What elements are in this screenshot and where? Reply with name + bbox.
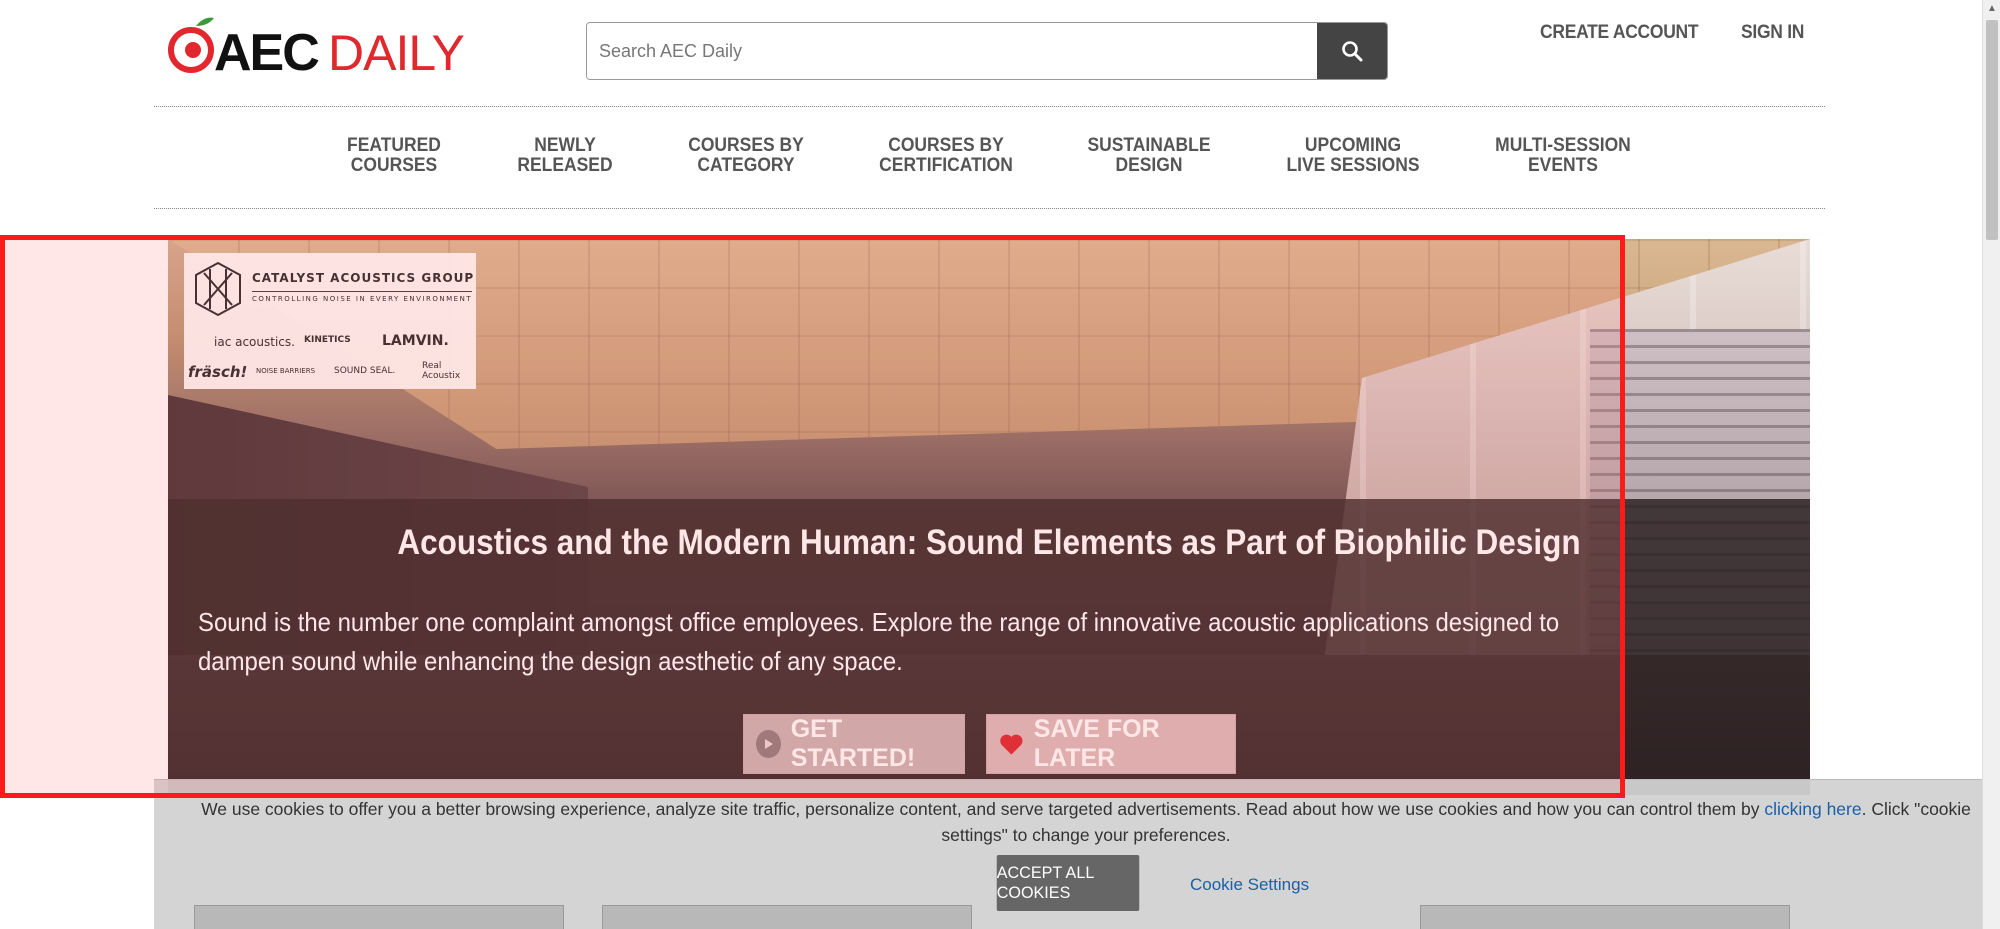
accept-all-cookies-button[interactable]: ACCEPT ALL COOKIES	[996, 855, 1140, 911]
cookie-message: We use cookies to offer you a better bro…	[196, 796, 1976, 848]
play-icon	[756, 730, 781, 758]
brand-lamvin: LAMVIN.	[382, 333, 449, 349]
svg-text:DAILY: DAILY	[328, 25, 464, 81]
brand-frasch: fräsch!	[188, 363, 248, 381]
save-for-later-button[interactable]: SAVE FOR LATER	[986, 714, 1236, 774]
nav-upcoming-live-sessions[interactable]: UPCOMING LIVE SESSIONS	[1286, 136, 1419, 176]
course-card-preview	[602, 905, 972, 929]
get-started-button[interactable]: GET STARTED!	[743, 714, 965, 774]
sign-in-link[interactable]: SIGN IN	[1741, 22, 1804, 44]
scroll-up-icon[interactable]: ▲	[1987, 3, 1997, 14]
nav-divider	[154, 208, 1825, 209]
brand-real-acoustix: Real Acoustix	[422, 361, 461, 381]
cookie-text-start: We use cookies to offer you a better bro…	[201, 799, 1765, 819]
catalyst-logo-icon	[195, 261, 241, 317]
hero-caption: Acoustics and the Modern Human: Sound El…	[168, 499, 1810, 795]
create-account-link[interactable]: CREATE ACCOUNT	[1540, 22, 1699, 44]
brand-iac: iac acoustics.	[214, 335, 295, 349]
account-links: CREATE ACCOUNT SIGN IN	[1540, 22, 1810, 44]
scrollbar-thumb[interactable]	[1986, 20, 1998, 240]
nav-courses-by-certification[interactable]: COURSES BY CERTIFICATION	[879, 136, 1013, 176]
search-icon	[1342, 41, 1363, 62]
course-card-preview	[194, 905, 564, 929]
cookie-banner: We use cookies to offer you a better bro…	[154, 779, 2000, 929]
brand-kinetics: KINETICS	[304, 335, 351, 345]
nav-featured-courses[interactable]: FEATURED COURSES	[347, 136, 441, 176]
hero-title: Acoustics and the Modern Human: Sound El…	[397, 523, 1581, 562]
search-button[interactable]	[1317, 23, 1387, 79]
brand-noise-barriers: NOISE BARRIERS	[256, 367, 316, 375]
cookie-settings-link[interactable]: Cookie Settings	[1190, 875, 1309, 895]
course-card-preview	[1420, 905, 1790, 929]
hero-banner[interactable]: CATALYST ACOUSTICS GROUP CONTROLLING NOI…	[168, 239, 1810, 795]
search-bar	[586, 22, 1388, 80]
nav-multi-session-events[interactable]: MULTI-SESSION EVENTS	[1495, 136, 1631, 176]
page-scrollbar[interactable]: ▲	[1982, 0, 2000, 929]
heart-icon	[1000, 734, 1023, 755]
nav-courses-by-category[interactable]: COURSES BY CATEGORY	[688, 136, 804, 176]
brand-sound-seal: SOUND SEAL.	[334, 366, 396, 376]
search-input[interactable]	[587, 23, 1317, 79]
nav-newly-released[interactable]: NEWLY RELEASED	[517, 136, 612, 176]
cookie-policy-link[interactable]: clicking here	[1764, 799, 1861, 819]
aecdaily-logo[interactable]: AEC DAILY	[166, 10, 466, 82]
nav-sustainable-design[interactable]: SUSTAINABLE DESIGN	[1087, 136, 1210, 176]
get-started-label: GET STARTED!	[790, 715, 916, 772]
sponsor-logo: CATALYST ACOUSTICS GROUP CONTROLLING NOI…	[184, 253, 476, 389]
sponsor-tagline: CONTROLLING NOISE IN EVERY ENVIRONMENT	[252, 291, 473, 303]
main-nav: FEATURED COURSES NEWLY RELEASED COURSES …	[154, 106, 1825, 208]
svg-text:AEC: AEC	[214, 24, 319, 82]
save-for-later-label: SAVE FOR LATER	[1033, 715, 1160, 772]
hero-description: Sound is the number one complaint amongs…	[198, 607, 1560, 676]
sponsor-title: CATALYST ACOUSTICS GROUP	[252, 271, 475, 285]
